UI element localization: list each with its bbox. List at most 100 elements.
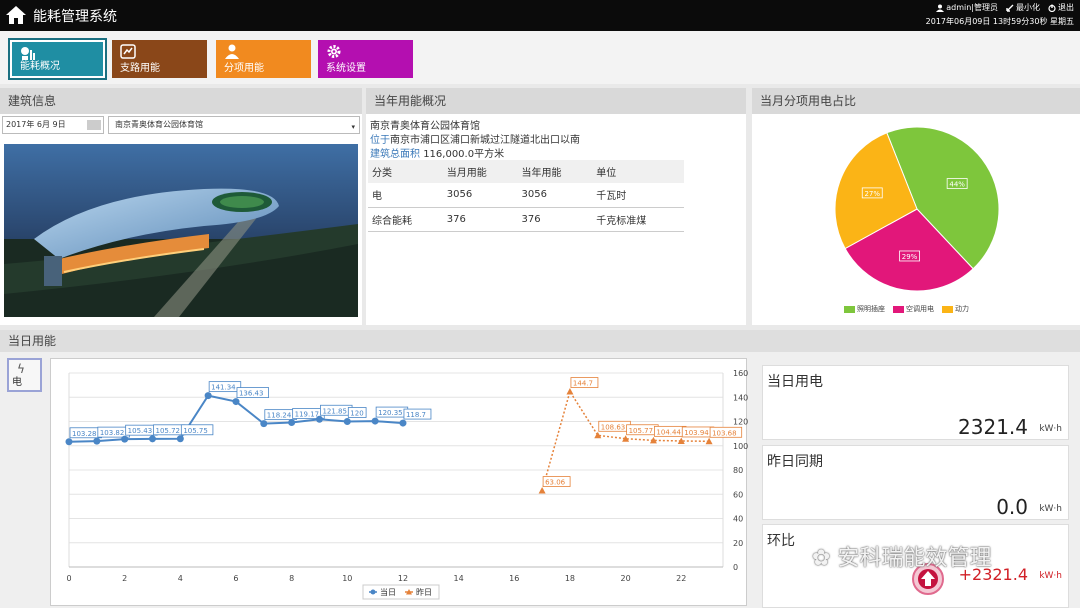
user-icon bbox=[225, 44, 239, 59]
stat-label: 昨日同期 bbox=[767, 454, 823, 470]
data-point[interactable] bbox=[148, 435, 156, 443]
electricity-button[interactable]: ϟ 电 bbox=[7, 358, 42, 392]
data-label: 103.94 bbox=[684, 429, 709, 437]
legend-label[interactable]: 昨日 bbox=[416, 587, 432, 597]
data-point[interactable] bbox=[204, 392, 212, 400]
data-label: 105.72 bbox=[155, 427, 180, 435]
exit-label: 退出 bbox=[1058, 3, 1074, 12]
calendar-icon[interactable] bbox=[87, 120, 101, 130]
nav-energy-overview[interactable]: 能耗概况 bbox=[8, 38, 107, 80]
data-point[interactable] bbox=[288, 419, 296, 427]
panel-title: 当年用能概况 bbox=[366, 88, 746, 114]
data-point[interactable] bbox=[705, 437, 713, 445]
top-bar: 能耗管理系统 admin|管理员 最小化 退出 2017年06月09日 13时5… bbox=[0, 0, 1080, 31]
date-picker[interactable]: 2017年 6月 9日 bbox=[2, 116, 104, 134]
slice-label: 27% bbox=[864, 190, 880, 198]
location-value: 南京市浦口区浦口新城过江隧道北出口以南 bbox=[390, 135, 580, 146]
table-cell: 综合能耗 bbox=[368, 207, 443, 232]
legend-item[interactable]: 空调用电 bbox=[893, 304, 934, 314]
stat-unit: kW·h bbox=[1039, 424, 1062, 434]
branch-icon bbox=[120, 44, 136, 59]
x-tick-label: 8 bbox=[289, 574, 294, 583]
pie-legend: 照明插座 空调用电 动力 bbox=[844, 304, 969, 314]
energy-table: 分类 当月用能 当年用能 单位 电 3056 3056 千瓦时 综合能耗 376… bbox=[368, 160, 684, 232]
data-label: 141.34 bbox=[211, 384, 236, 392]
table-cell: 3056 bbox=[442, 183, 518, 208]
nav-branch-energy[interactable]: 支路用能 bbox=[112, 40, 207, 78]
y-tick-label: 100 bbox=[733, 442, 748, 451]
app-title: 能耗管理系统 bbox=[33, 9, 117, 25]
pie-chart: 44% 29% 27% bbox=[834, 126, 1000, 292]
data-point[interactable] bbox=[232, 398, 240, 406]
building-select[interactable]: 南京青奥体育公园体育馆 ▾ bbox=[108, 116, 360, 134]
data-point[interactable] bbox=[93, 437, 101, 445]
legend-swatch bbox=[844, 305, 855, 313]
building-details: 南京青奥体育公园体育馆 位于南京市浦口区浦口新城过江隧道北出口以南 建筑总面积 … bbox=[370, 120, 580, 162]
data-point[interactable] bbox=[371, 417, 379, 425]
building-select-value: 南京青奥体育公园体育馆 bbox=[115, 120, 203, 129]
daily-chart: 0 20 40 60 80 100 120 140 160 0 2 4 6 8 10 12 14 16 18 20 22… bbox=[50, 358, 748, 606]
column-header: 分类 bbox=[368, 160, 443, 183]
stat-unit: kW·h bbox=[1039, 571, 1062, 581]
data-label: 104.44 bbox=[656, 428, 681, 436]
annual-energy-panel: 当年用能概况 南京青奥体育公园体育馆 位于南京市浦口区浦口新城过江隧道北出口以南… bbox=[366, 88, 746, 325]
table-cell: 电 bbox=[368, 183, 443, 208]
user-menu[interactable]: admin|管理员 bbox=[936, 2, 998, 13]
table-cell: 376 bbox=[517, 207, 593, 232]
building-name: 南京青奥体育公园体育馆 bbox=[370, 121, 480, 132]
home-icon[interactable] bbox=[5, 5, 27, 25]
table-cell: 376 bbox=[442, 207, 518, 232]
minimize-button[interactable]: 最小化 bbox=[1006, 2, 1040, 13]
data-label: 108.63 bbox=[601, 423, 626, 431]
data-label: 103.82 bbox=[100, 429, 125, 437]
data-label: 105.43 bbox=[128, 427, 153, 435]
panel-title: 当月分项用电占比 bbox=[752, 88, 1080, 114]
data-point[interactable] bbox=[399, 419, 407, 427]
yesterday-usage-card: 昨日同期 0.0 kW·h bbox=[762, 445, 1069, 520]
legend-item[interactable]: 照明插座 bbox=[844, 304, 885, 314]
data-point[interactable] bbox=[121, 435, 129, 443]
chart-legend: 当日 昨日 bbox=[362, 584, 440, 600]
y-tick-label: 140 bbox=[733, 393, 748, 402]
stat-label: 当日用电 bbox=[767, 374, 823, 390]
y-tick-label: 120 bbox=[733, 418, 748, 427]
area-key: 建筑总面积 bbox=[370, 149, 420, 160]
user-name: admin|管理员 bbox=[946, 3, 998, 12]
area-value: 116,000.0平方米 bbox=[423, 149, 505, 160]
data-point[interactable] bbox=[566, 388, 574, 395]
data-label: 118.24 bbox=[267, 412, 292, 420]
x-tick-label: 2 bbox=[122, 574, 127, 583]
user-icon bbox=[936, 4, 945, 12]
x-tick-label: 12 bbox=[398, 574, 408, 583]
table-row: 电 3056 3056 千瓦时 bbox=[368, 183, 684, 208]
data-point[interactable] bbox=[176, 435, 184, 443]
data-label: 119.17 bbox=[295, 411, 320, 419]
data-point[interactable] bbox=[65, 438, 73, 446]
chevron-down-icon: ▾ bbox=[351, 123, 355, 131]
legend-label[interactable]: 当日 bbox=[380, 587, 396, 597]
x-tick-label: 6 bbox=[233, 574, 238, 583]
building-photo bbox=[4, 144, 358, 317]
data-point[interactable] bbox=[538, 487, 546, 494]
legend-item[interactable]: 动力 bbox=[942, 304, 969, 314]
slice-label: 29% bbox=[902, 253, 918, 261]
date-value: 2017年 6月 9日 bbox=[6, 120, 66, 129]
watermark: ✿ 安科瑞能效管理 bbox=[812, 540, 991, 572]
slice-label: 44% bbox=[949, 181, 965, 189]
nav-label: 能耗概况 bbox=[20, 61, 60, 72]
data-label: 103.68 bbox=[712, 429, 737, 437]
nav-itemized-energy[interactable]: 分项用能 bbox=[216, 40, 311, 78]
data-point[interactable] bbox=[343, 418, 351, 425]
x-tick-label: 20 bbox=[621, 574, 631, 583]
exit-button[interactable]: 退出 bbox=[1048, 2, 1074, 13]
minimize-label: 最小化 bbox=[1016, 3, 1040, 12]
legend-marker bbox=[370, 589, 376, 595]
data-label: 136.43 bbox=[239, 390, 264, 398]
table-cell: 千克标准煤 bbox=[592, 207, 684, 232]
data-point[interactable] bbox=[260, 420, 268, 428]
nav-system-settings[interactable]: 系统设置 bbox=[318, 40, 413, 78]
data-label: 63.06 bbox=[545, 479, 566, 487]
today-usage-card: 当日用电 2321.4 kW·h bbox=[762, 365, 1069, 440]
electricity-label: 电 bbox=[12, 377, 22, 388]
data-point[interactable] bbox=[315, 415, 323, 423]
